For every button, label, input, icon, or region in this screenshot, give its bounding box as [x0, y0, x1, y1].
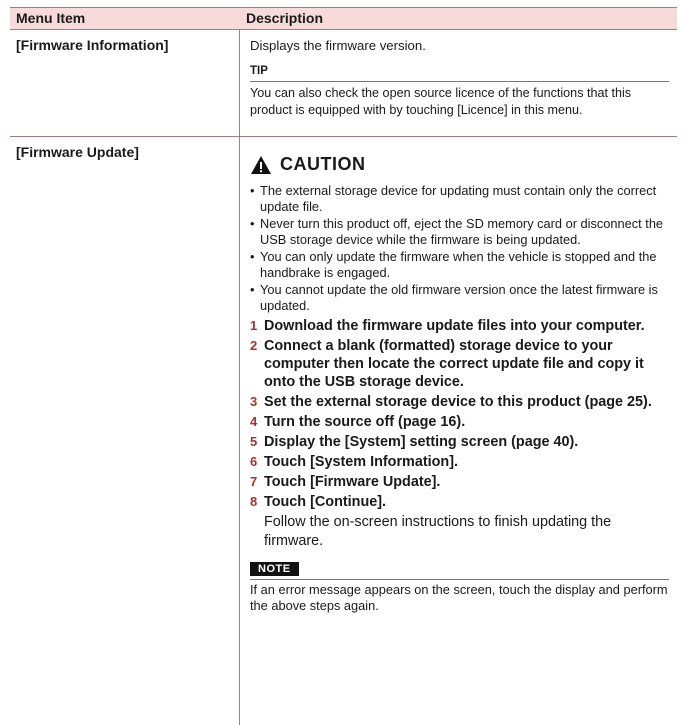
steps-list: 1 Download the firmware update files into…	[250, 317, 669, 511]
step-text: Turn the source off (page 16).	[264, 414, 466, 430]
step-number: 2	[250, 338, 258, 353]
step-number: 8	[250, 494, 258, 509]
step-item: 2 Connect a blank (formatted) storage dev…	[250, 337, 669, 391]
description-text: Displays the firmware version.	[250, 38, 426, 53]
step-text: Connect a blank (formatted) storage devi…	[264, 338, 644, 390]
list-item: You can only update the firmware when th…	[250, 249, 669, 281]
row-menu-item: [Firmware Information]	[10, 30, 240, 136]
follow-instructions-text: Follow the on-screen instructions to fin…	[264, 514, 612, 549]
step-number: 6	[250, 454, 258, 469]
note-text: If an error message appears on the scree…	[250, 579, 669, 614]
step-number: 3	[250, 394, 258, 409]
note-label: NOTE	[250, 562, 299, 576]
table-row: [Firmware Information] Displays the firm…	[10, 30, 677, 137]
tip-label: TIP	[250, 65, 268, 77]
step-number: 1	[250, 318, 258, 333]
row-description: Displays the firmware version. TIP You c…	[240, 30, 677, 136]
table-header: Menu Item Description	[10, 7, 677, 30]
step-text: Set the external storage device to this …	[264, 394, 652, 410]
step-item: 4 Turn the source off (page 16).	[250, 413, 669, 431]
step-text: Touch [Continue].	[264, 494, 387, 510]
step-item: 3 Set the external storage device to this…	[250, 393, 669, 411]
step-item: 5 Display the [System] setting screen (pa…	[250, 433, 669, 451]
warning-icon	[251, 155, 271, 174]
step-item: 7 Touch [Firmware Update].	[250, 473, 669, 491]
list-item: The external storage device for updating…	[250, 183, 669, 215]
header-menu-item: Menu Item	[16, 10, 86, 26]
step-text: Touch [System Information].	[264, 454, 459, 470]
step-item: 8 Touch [Continue].	[250, 493, 669, 511]
list-item: Never turn this product off, eject the S…	[250, 216, 669, 248]
row-menu-item: [Firmware Update]	[10, 137, 240, 725]
step-number: 4	[250, 414, 258, 429]
tip-text: You can also check the open source licen…	[250, 81, 669, 125]
header-description: Description	[246, 10, 324, 26]
settings-table: Menu Item Description [Firmware Informat…	[10, 7, 677, 725]
step-text: Download the firmware update files into …	[264, 318, 645, 334]
list-item: You cannot update the old firmware versi…	[250, 282, 669, 314]
caution-list: The external storage device for updating…	[250, 183, 669, 314]
step-text: Touch [Firmware Update].	[264, 474, 441, 490]
step-item: 6 Touch [System Information].	[250, 453, 669, 471]
caution-label: CAUTION	[280, 154, 366, 174]
row-description: CAUTION The external storage device for …	[240, 137, 677, 725]
table-row: [Firmware Update] CAUTION The external s…	[10, 137, 677, 725]
step-item: 1 Download the firmware update files into…	[250, 317, 669, 335]
caution-heading: CAUTION	[250, 154, 669, 175]
step-number: 5	[250, 434, 258, 449]
step-number: 7	[250, 474, 258, 489]
step-text: Display the [System] setting screen (pag…	[264, 434, 579, 450]
